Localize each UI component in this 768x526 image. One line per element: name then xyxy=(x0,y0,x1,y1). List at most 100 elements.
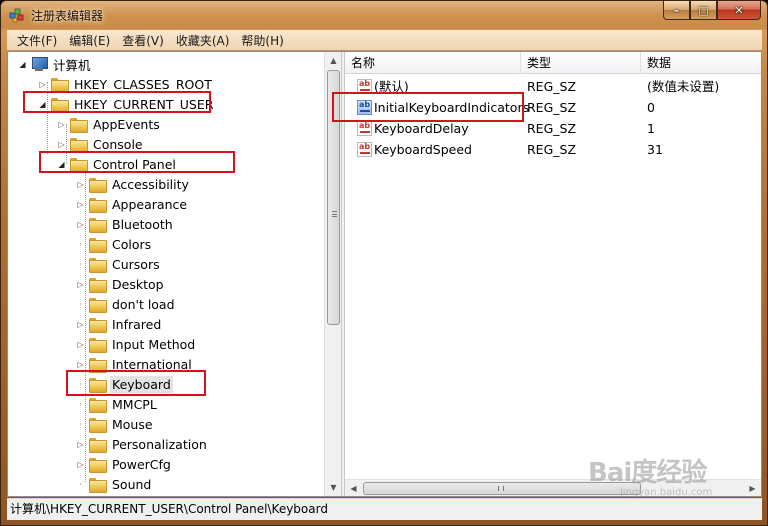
column-header-name[interactable]: 名称 xyxy=(345,52,521,74)
minimize-icon: – xyxy=(673,3,680,17)
maximize-button[interactable]: □ xyxy=(690,1,717,20)
expand-icon[interactable]: ▷ xyxy=(38,80,47,89)
expand-icon[interactable]: ▷ xyxy=(76,280,85,289)
tree-item-label: Desktop xyxy=(112,276,164,292)
expand-icon[interactable]: ▷ xyxy=(57,120,66,129)
key-tree[interactable]: ◢ 计算机 ▷ HKEY_CLASSES_ROOT ◢ HKEY_CURRENT… xyxy=(8,52,341,496)
tree-item-label: HKEY_CLASSES_ROOT xyxy=(74,76,212,92)
folder-icon xyxy=(89,417,107,433)
tree-item-label: Cursors xyxy=(112,256,160,272)
tree-item-colors[interactable]: · Colors xyxy=(76,234,153,254)
expand-icon[interactable]: ▷ xyxy=(76,340,85,349)
collapse-icon[interactable]: ◢ xyxy=(18,60,27,69)
tree-item-sound[interactable]: · Sound xyxy=(76,474,153,494)
tree-item-label: Infrared xyxy=(112,316,162,332)
folder-icon xyxy=(89,217,107,233)
folder-icon xyxy=(89,257,107,273)
expand-icon[interactable]: ▷ xyxy=(76,220,85,229)
expand-icon[interactable]: ▷ xyxy=(76,440,85,449)
tree-item-label: Input Method xyxy=(112,336,196,352)
column-header-type[interactable]: 类型 xyxy=(521,52,641,74)
tree-item-bluetooth[interactable]: ▷ Bluetooth xyxy=(76,214,175,234)
tree-item-mmcpl[interactable]: · MMCPL xyxy=(76,394,159,414)
scroll-up-arrow-icon[interactable]: ▲ xyxy=(325,52,341,69)
menu-help[interactable]: 帮助(H) xyxy=(235,32,289,49)
baidu-watermark: Bai度经验 jingyan.baidu.com xyxy=(588,452,712,498)
value-type: REG_SZ xyxy=(527,79,577,94)
value-data: 0 xyxy=(647,100,655,115)
highlight-box-hkcu xyxy=(23,91,211,113)
expand-icon[interactable]: ▷ xyxy=(76,460,85,469)
tree-item-desktop[interactable]: ▷ Desktop xyxy=(76,274,166,294)
expand-icon[interactable]: ▷ xyxy=(76,360,85,369)
tree-item-appevents[interactable]: ▷ AppEvents xyxy=(57,114,162,134)
value-data: 1 xyxy=(647,121,655,136)
folder-icon xyxy=(89,297,107,313)
folder-icon xyxy=(89,277,107,293)
tree-item-label: MMCPL xyxy=(112,396,157,412)
regedit-window: 注册表编辑器 – □ ✕ 文件(F) 编辑(E) 查看(V) 收藏夹(A) 帮助… xyxy=(0,0,768,526)
tree-item-accessibility[interactable]: ▷ Accessibility xyxy=(76,174,191,194)
scroll-left-arrow-icon[interactable]: ◀ xyxy=(345,480,362,496)
tree-item-label: 计算机 xyxy=(53,57,91,73)
menu-file[interactable]: 文件(F) xyxy=(11,32,63,49)
watermark-url: jingyan.baidu.com xyxy=(620,487,713,498)
expand-icon[interactable]: ▷ xyxy=(76,180,85,189)
tree-item-input-method[interactable]: ▷ Input Method xyxy=(76,334,197,354)
expand-icon[interactable]: ▷ xyxy=(76,320,85,329)
computer-icon xyxy=(31,57,48,71)
tree-item-label: don't load xyxy=(112,296,175,312)
title-bar[interactable]: 注册表编辑器 – □ ✕ xyxy=(1,1,767,29)
expand-icon[interactable]: ▷ xyxy=(57,140,66,149)
folder-icon xyxy=(70,117,88,133)
value-type: REG_SZ xyxy=(527,142,577,157)
menu-favorites[interactable]: 收藏夹(A) xyxy=(170,32,236,49)
scroll-down-arrow-icon[interactable]: ▼ xyxy=(325,479,341,496)
string-value-icon: ab xyxy=(357,121,372,136)
tree-item-appearance[interactable]: ▷ Appearance xyxy=(76,194,189,214)
close-icon: ✕ xyxy=(734,3,744,17)
folder-icon xyxy=(89,237,107,253)
folder-icon xyxy=(51,77,69,93)
value-name: KeyboardSpeed xyxy=(374,142,472,157)
window-title: 注册表编辑器 xyxy=(31,9,104,23)
tree-item-label: Bluetooth xyxy=(112,216,173,232)
tree-item-label: AppEvents xyxy=(93,116,160,132)
value-data: (数值未设置) xyxy=(647,79,720,94)
folder-icon xyxy=(89,317,107,333)
status-bar: 计算机\HKEY_CURRENT_USER\Control Panel\Keyb… xyxy=(7,498,762,520)
expand-icon[interactable]: ▷ xyxy=(76,200,85,209)
close-button[interactable]: ✕ xyxy=(717,1,761,20)
watermark-brand: Bai度经验 xyxy=(588,458,707,488)
tree-item-label: Accessibility xyxy=(112,176,189,192)
tree-connector: · xyxy=(79,419,82,429)
value-row-keyboardspeed[interactable]: ab KeyboardSpeed REG_SZ 31 xyxy=(345,139,761,160)
tree-item-infrared[interactable]: ▷ Infrared xyxy=(76,314,163,334)
tree-item-powercfg[interactable]: ▷ PowerCfg xyxy=(76,454,173,474)
folder-icon xyxy=(89,337,107,353)
column-header-data[interactable]: 数据 xyxy=(641,52,761,74)
tree-item-mouse[interactable]: · Mouse xyxy=(76,414,155,434)
folder-icon xyxy=(89,477,107,493)
highlight-box-keyboard xyxy=(66,370,206,396)
tree-item-computer[interactable]: ◢ 计算机 xyxy=(18,54,93,74)
scroll-right-arrow-icon[interactable]: ▶ xyxy=(744,480,761,496)
tree-item-cursors[interactable]: · Cursors xyxy=(76,254,162,274)
tree-item-label: Appearance xyxy=(112,196,188,212)
folder-icon xyxy=(89,357,107,373)
minimize-button[interactable]: – xyxy=(663,1,690,20)
tree-item-label: Personalization xyxy=(112,436,207,452)
folder-icon xyxy=(89,437,107,453)
tree-connector: · xyxy=(79,299,82,309)
menu-view[interactable]: 查看(V) xyxy=(116,32,170,49)
folder-icon xyxy=(89,177,107,193)
tree-item-dont-load[interactable]: · don't load xyxy=(76,294,177,314)
tree-connector: · xyxy=(79,399,82,409)
menu-edit[interactable]: 编辑(E) xyxy=(63,32,116,49)
regedit-app-icon xyxy=(9,8,24,23)
tree-item-personalization[interactable]: ▷ Personalization xyxy=(76,434,209,454)
highlight-box-control-panel xyxy=(39,151,235,173)
value-type: REG_SZ xyxy=(527,121,577,136)
tree-item-label: Sound xyxy=(112,476,152,492)
folder-icon xyxy=(70,137,88,153)
